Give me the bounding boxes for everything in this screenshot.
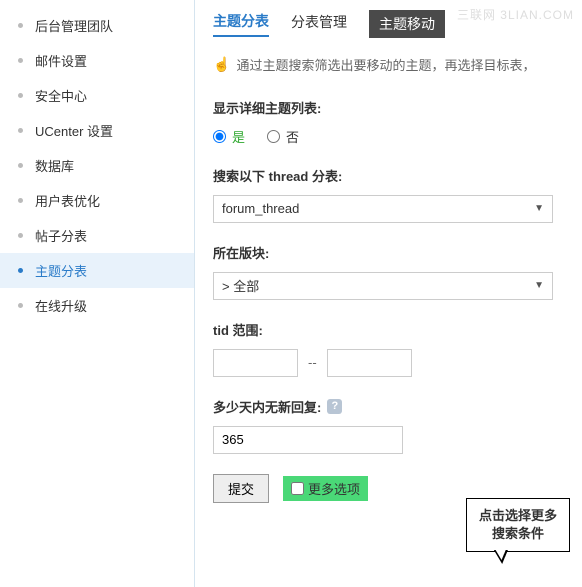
radio-yes-label: 是 bbox=[232, 127, 245, 146]
tid-to-input[interactable] bbox=[327, 349, 412, 377]
field-noreply-days: 多少天内无新回复: ? bbox=[213, 397, 582, 454]
help-icon[interactable]: ? bbox=[327, 399, 342, 414]
callout-tooltip: 点击选择更多 搜索条件 bbox=[466, 498, 570, 552]
sidebar-item-database[interactable]: 数据库 bbox=[0, 148, 194, 183]
radio-no[interactable]: 否 bbox=[267, 127, 299, 146]
tab-split-manage[interactable]: 分表管理 bbox=[291, 12, 347, 36]
sidebar-item-label: 主题分表 bbox=[35, 261, 87, 280]
more-options-toggle[interactable]: 更多选项 bbox=[283, 476, 368, 501]
field-label: 搜索以下 thread 分表: bbox=[213, 166, 582, 185]
sidebar-item-label: 后台管理团队 bbox=[35, 16, 113, 35]
bullet-icon bbox=[18, 198, 23, 203]
sidebar-item-label: UCenter 设置 bbox=[35, 121, 113, 140]
bullet-icon bbox=[18, 233, 23, 238]
range-separator: -- bbox=[308, 355, 317, 370]
radio-no-label: 否 bbox=[286, 127, 299, 146]
tab-thread-split[interactable]: 主题分表 bbox=[213, 11, 269, 37]
bullet-icon bbox=[18, 128, 23, 133]
bullet-icon bbox=[18, 163, 23, 168]
sidebar-item-label: 邮件设置 bbox=[35, 51, 87, 70]
hint-icon: ☝ bbox=[213, 56, 230, 73]
sidebar-item-ucenter[interactable]: UCenter 设置 bbox=[0, 113, 194, 148]
sidebar-item-thread-split[interactable]: 主题分表 bbox=[0, 253, 194, 288]
callout-line2: 搜索条件 bbox=[479, 525, 557, 543]
hint-text: 通过主题搜索筛选出要移动的主题，再选择目标表， bbox=[236, 56, 535, 76]
radio-yes-input[interactable] bbox=[213, 130, 226, 143]
sidebar-item-admin-team[interactable]: 后台管理团队 bbox=[0, 8, 194, 43]
bullet-icon bbox=[18, 93, 23, 98]
submit-button[interactable]: 提交 bbox=[213, 474, 269, 503]
select-thread-table[interactable]: forum_thread ▼ bbox=[213, 195, 553, 223]
callout-line1: 点击选择更多 bbox=[479, 507, 557, 525]
main-content: 主题分表 分表管理 主题移动 ☝ 通过主题搜索筛选出要移动的主题，再选择目标表，… bbox=[195, 0, 582, 587]
tid-from-input[interactable] bbox=[213, 349, 298, 377]
select-value: > 全部 bbox=[222, 276, 259, 295]
sidebar-item-label: 帖子分表 bbox=[35, 226, 87, 245]
radio-yes[interactable]: 是 bbox=[213, 127, 245, 146]
sidebar-item-label: 在线升级 bbox=[35, 296, 87, 315]
chevron-down-icon: ▼ bbox=[534, 280, 544, 291]
sidebar-item-label: 用户表优化 bbox=[35, 191, 100, 210]
field-forum: 所在版块: > 全部 ▼ bbox=[213, 243, 582, 300]
sidebar-item-mail-settings[interactable]: 邮件设置 bbox=[0, 43, 194, 78]
sidebar: 后台管理团队 邮件设置 安全中心 UCenter 设置 数据库 用户表优化 帖子… bbox=[0, 0, 195, 587]
sidebar-item-label: 安全中心 bbox=[35, 86, 87, 105]
bullet-icon bbox=[18, 58, 23, 63]
chevron-down-icon: ▼ bbox=[534, 203, 544, 214]
field-label: 所在版块: bbox=[213, 243, 582, 262]
sidebar-item-post-split[interactable]: 帖子分表 bbox=[0, 218, 194, 253]
sidebar-item-online-upgrade[interactable]: 在线升级 bbox=[0, 288, 194, 323]
tab-thread-move[interactable]: 主题移动 bbox=[369, 10, 445, 38]
bullet-icon bbox=[18, 303, 23, 308]
more-options-checkbox[interactable] bbox=[291, 482, 304, 495]
sidebar-item-security[interactable]: 安全中心 bbox=[0, 78, 194, 113]
field-label: 多少天内无新回复: bbox=[213, 397, 321, 416]
field-show-detail: 显示详细主题列表: 是 否 bbox=[213, 98, 582, 146]
more-options-label: 更多选项 bbox=[308, 479, 360, 498]
field-tid-range: tid 范围: -- bbox=[213, 320, 582, 377]
sidebar-item-label: 数据库 bbox=[35, 156, 74, 175]
field-label: 显示详细主题列表: bbox=[213, 98, 582, 117]
field-search-thread: 搜索以下 thread 分表: forum_thread ▼ bbox=[213, 166, 582, 223]
bullet-icon bbox=[18, 268, 23, 273]
sidebar-item-user-table-opt[interactable]: 用户表优化 bbox=[0, 183, 194, 218]
noreply-days-input[interactable] bbox=[213, 426, 403, 454]
field-label: tid 范围: bbox=[213, 320, 582, 339]
select-forum[interactable]: > 全部 ▼ bbox=[213, 272, 553, 300]
hint-row: ☝ 通过主题搜索筛选出要移动的主题，再选择目标表， bbox=[213, 56, 582, 76]
radio-no-input[interactable] bbox=[267, 130, 280, 143]
tabs: 主题分表 分表管理 主题移动 bbox=[213, 10, 582, 38]
bullet-icon bbox=[18, 23, 23, 28]
select-value: forum_thread bbox=[222, 201, 299, 216]
